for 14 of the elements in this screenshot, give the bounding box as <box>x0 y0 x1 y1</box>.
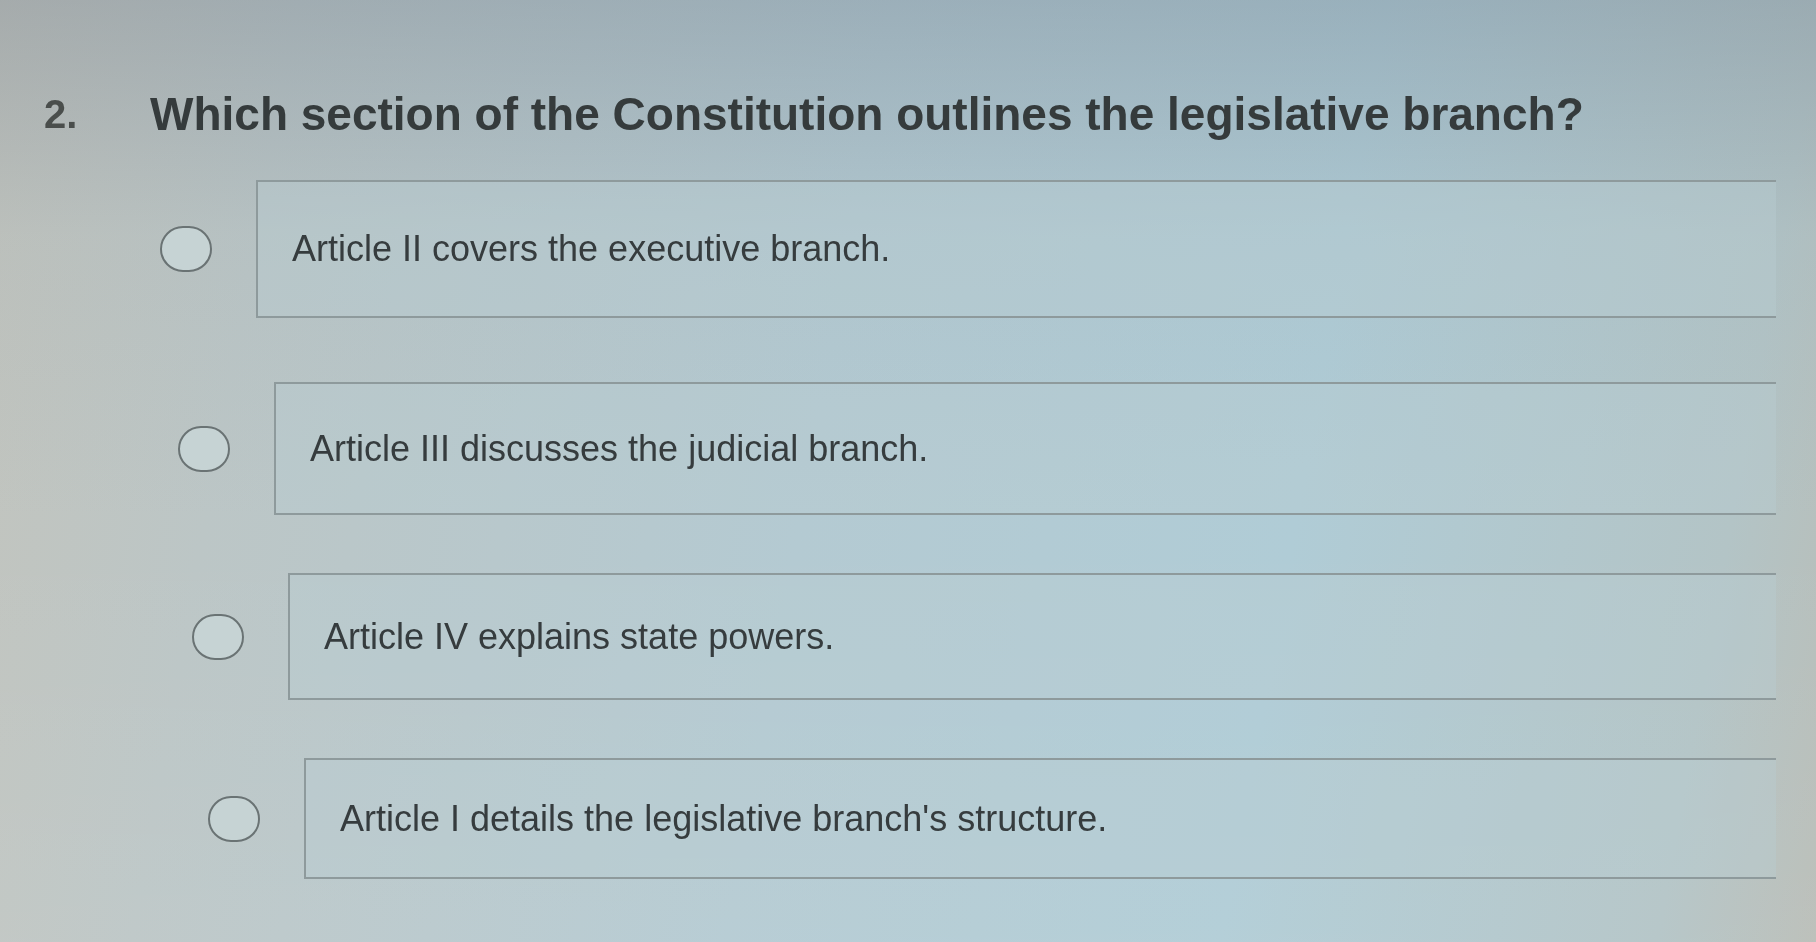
question-number: 2. <box>44 91 79 138</box>
answer-option[interactable]: Article II covers the executive branch. <box>256 180 1776 318</box>
answer-option[interactable]: Article I details the legislative branch's structure. <box>304 758 1776 879</box>
radio-button[interactable] <box>160 226 212 272</box>
radio-button[interactable] <box>178 425 230 472</box>
radio-button[interactable] <box>208 795 260 842</box>
answer-option[interactable]: Article IV explains state powers. <box>288 573 1776 700</box>
option-text: Article I details the legislative branch's structure. <box>340 796 1108 841</box>
radio-button[interactable] <box>192 613 244 660</box>
question-text: Which section of the Constitution outlines the legislative branch? <box>150 87 1584 142</box>
answer-option[interactable]: Article III discusses the judicial branch. <box>274 382 1776 515</box>
option-text: Article III discusses the judicial branch. <box>310 426 929 471</box>
option-text: Article IV explains state powers. <box>324 614 835 659</box>
option-text: Article II covers the executive branch. <box>292 227 891 271</box>
